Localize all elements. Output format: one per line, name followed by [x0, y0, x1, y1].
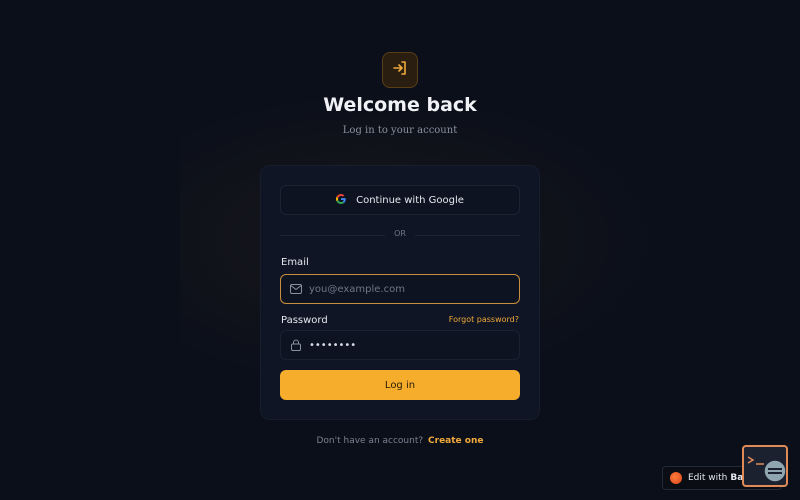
login-arrow-icon — [391, 59, 409, 81]
signup-prompt: Don't have an account? Create one — [0, 436, 800, 446]
google-signin-button[interactable]: Continue with Google — [280, 185, 520, 215]
email-field-wrapper — [280, 274, 520, 304]
divider-right — [415, 235, 520, 236]
mail-icon — [283, 284, 309, 294]
signup-text: Don't have an account? — [316, 436, 424, 446]
password-label: Password — [281, 315, 328, 326]
chat-bot-icon — [744, 456, 787, 489]
email-label: Email — [281, 257, 309, 268]
divider-left — [280, 235, 385, 236]
divider-or: OR — [394, 229, 406, 238]
password-field-wrapper — [280, 330, 520, 360]
page-subtitle: Log in to your account — [342, 125, 458, 136]
password-input[interactable] — [309, 339, 499, 351]
page-title: Welcome back — [323, 94, 477, 116]
assistant-widget[interactable] — [742, 445, 788, 487]
google-icon — [336, 193, 356, 207]
forgot-password-link[interactable]: Forgot password? — [449, 315, 519, 324]
google-signin-label: Continue with Google — [356, 194, 464, 206]
edit-label: Edit with — [688, 473, 728, 483]
lock-icon — [283, 339, 309, 351]
brand-logo-icon — [670, 472, 682, 484]
email-input[interactable] — [309, 283, 499, 295]
app-logo — [382, 52, 418, 88]
login-button[interactable]: Log in — [280, 370, 520, 400]
create-account-link[interactable]: Create one — [428, 436, 483, 446]
